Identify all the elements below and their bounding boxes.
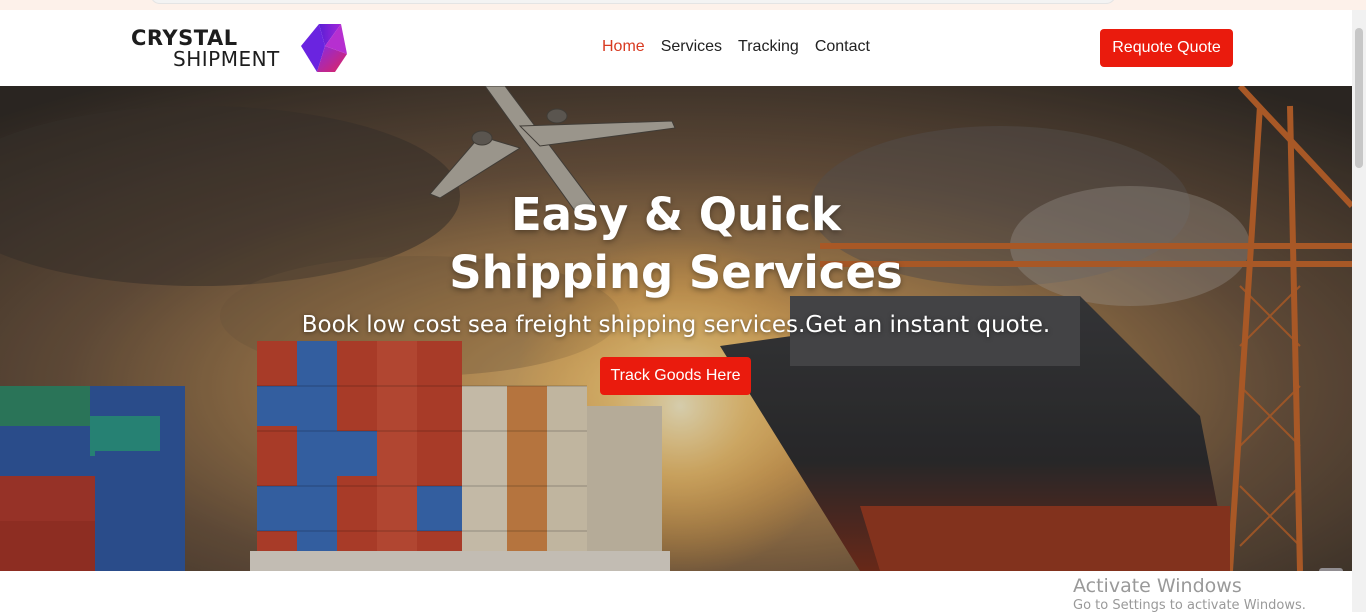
requote-quote-button[interactable]: Requote Quote [1100,29,1233,67]
address-bar-remnant [150,0,1116,4]
windows-activation-watermark: Activate Windows Go to Settings to activ… [1073,574,1306,612]
site-header: CRYSTAL SHIPMENT Home Services Tracking … [0,10,1352,86]
brand-name-line2: SHIPMENT [173,47,280,71]
hero-title-line2: Shipping Services [449,246,903,299]
hero-title-line1: Easy & Quick [510,188,842,241]
floating-widget-icon[interactable]: >< [1319,568,1343,571]
hero-section: Easy & Quick Shipping Services Book low … [0,86,1352,571]
brand-logo[interactable]: CRYSTAL SHIPMENT [131,24,351,76]
watermark-subtitle: Go to Settings to activate Windows. [1073,598,1306,612]
nav-home[interactable]: Home [602,38,645,56]
nav-services[interactable]: Services [661,38,722,56]
brand-wordmark: CRYSTAL SHIPMENT [131,28,280,70]
track-goods-button[interactable]: Track Goods Here [600,357,751,395]
page-scrollbar[interactable] [1352,10,1366,612]
hero-subtitle: Book low cost sea freight shipping servi… [301,312,1051,338]
scrollbar-thumb[interactable] [1355,28,1363,168]
watermark-title: Activate Windows [1073,575,1242,597]
nav-contact[interactable]: Contact [815,38,870,56]
hero-title: Easy & Quick Shipping Services [0,186,1352,302]
brand-name-line1: CRYSTAL [131,26,238,50]
browser-top-strip [0,0,1366,10]
main-nav: Home Services Tracking Contact [602,38,870,56]
nav-tracking[interactable]: Tracking [738,38,799,56]
crystal-logo-icon [301,24,347,72]
